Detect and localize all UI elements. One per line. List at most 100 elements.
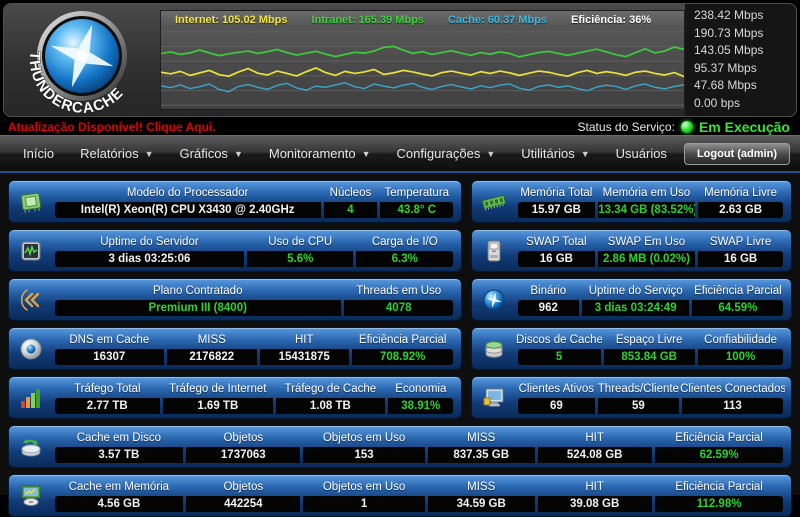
panel-header: Núcleos: [329, 187, 372, 199]
panel-header: HIT: [294, 334, 314, 346]
panel-processor: Modelo do Processador Intel(R) Xeon(R) CP…: [8, 180, 462, 223]
panel-header: Modelo do Processador: [126, 187, 249, 199]
swap-disk-icon: [472, 230, 516, 271]
panel-header: Memória em Uso: [602, 187, 691, 199]
chevron-down-icon: ▼: [233, 148, 243, 159]
cpu-icon: [9, 181, 53, 222]
dns-sphere-icon: [9, 328, 53, 369]
panel-value: 2.86 MB (0.02%): [598, 251, 695, 267]
service-status: Status do Serviço: Em Execução: [578, 119, 790, 135]
panel-header: Clientes Ativos: [518, 383, 595, 395]
panel-header: Cache em Disco: [76, 432, 162, 444]
nav-item-usuarios[interactable]: Usuários: [603, 146, 680, 161]
main-nav: Início Relatórios ▼ Gráficos ▼ Monitoramen…: [0, 135, 800, 171]
panel-memory: Memória Total 15.97 GB Memória em Uso 13.3…: [471, 180, 792, 223]
panel-value: 16 GB: [517, 251, 596, 267]
panel-disk-cache: Cache em Disco 3.57 TB Objetos 1737063 Obj…: [8, 425, 792, 468]
panel-traffic: Tráfego Total 2.77 TB Tráfego de Internet…: [8, 376, 462, 419]
nav-item-utilitarios[interactable]: Utilitários ▼: [508, 146, 602, 161]
y-tick: 238.42 Mbps: [694, 8, 764, 22]
panel-header: Memória Livre: [704, 187, 778, 199]
panel-value: 3.57 TB: [54, 447, 184, 463]
panel-value: 1: [303, 496, 425, 512]
nav-item-relatorios[interactable]: Relatórios ▼: [67, 146, 166, 161]
nav-item-configuracoes[interactable]: Configurações ▼: [384, 146, 509, 161]
panel-header: Objetos em Uso: [322, 481, 406, 493]
panel-value: 15431875: [259, 349, 349, 365]
disk-stack-icon: [472, 328, 516, 369]
panel-value: 59: [598, 398, 679, 414]
panel-header: MISS: [467, 432, 496, 444]
panel-header: Binário: [530, 285, 567, 297]
panel-header: Threads/Cliente: [597, 383, 679, 395]
panel-value: 69: [517, 398, 596, 414]
panel-header: SWAP Em Uso: [607, 236, 686, 248]
panel-header: MISS: [197, 334, 226, 346]
panel-header: Cache em Memória: [68, 481, 170, 493]
intranet-line: [161, 45, 684, 58]
panel-value: 38.91%: [388, 398, 454, 414]
panel-header: MISS: [467, 481, 496, 493]
traffic-chart-svg: [161, 31, 684, 106]
globe-icon: [472, 279, 516, 320]
panel-dns-cache: DNS em Cache 16307 MISS 2176822 HIT 1543187…: [8, 327, 462, 370]
panel-value: 1737063: [186, 447, 301, 463]
panel-binary: Binário 962 Uptime do Serviço 3 dias 03:24…: [471, 278, 792, 321]
panel-header: Objetos: [223, 432, 264, 444]
nav-item-inicio[interactable]: Início: [10, 146, 67, 161]
panel-value: 2.63 GB: [697, 202, 784, 218]
panel-header: Tráfego de Cache: [284, 383, 377, 395]
update-alert-link[interactable]: Atualização Disponível! Clique Aqui.: [8, 120, 216, 134]
dashboard-content: Modelo do Processador Intel(R) Xeon(R) CP…: [0, 173, 800, 517]
thundercache-logo: THUNDERCACHE: [4, 4, 160, 116]
panel-header: Eficiência Parcial: [675, 481, 763, 493]
panel-value: 3 dias 03:24:49: [582, 300, 690, 316]
panel-value: 43.8° C: [380, 202, 454, 218]
y-tick: 47.68 Mbps: [694, 78, 757, 93]
panel-header: Temperatura: [384, 187, 450, 199]
panel-value: 6.3%: [355, 251, 454, 267]
internet-line: [161, 67, 684, 78]
panel-value: 4078: [343, 300, 454, 316]
panel-value: 708.92%: [351, 349, 454, 365]
panel-value: 64.59%: [692, 300, 784, 316]
panel-value: 4.56 GB: [54, 496, 184, 512]
panel-value: 442254: [186, 496, 301, 512]
nav-item-graficos[interactable]: Gráficos ▼: [167, 146, 256, 161]
status-dot-icon: [680, 120, 693, 133]
disk-cache-icon: [9, 426, 53, 467]
panel-header: Confiabilidade: [704, 334, 778, 346]
panel-value: 100%: [697, 349, 784, 365]
panel-value: 4: [323, 202, 378, 218]
panel-header: Plano Contratado: [152, 285, 243, 297]
panel-value: 1.08 TB: [275, 398, 386, 414]
panel-value: 2.77 TB: [54, 398, 161, 414]
legend-cache: Cache: 60.37 Mbps: [447, 13, 548, 26]
panel-header: Tráfego de Internet: [169, 383, 267, 395]
monitor-icon: [472, 377, 516, 418]
panel-header: Clientes Conectados: [680, 383, 785, 395]
panel-value: 112.98%: [654, 496, 784, 512]
chart-plot-area: [161, 28, 684, 109]
panel-header: Threads em Uso: [356, 285, 442, 297]
panel-value: Intel(R) Xeon(R) CPU X3430 @ 2.40GHz: [54, 202, 321, 218]
panel-swap: SWAP Total 16 GB SWAP Em Uso 2.86 MB (0.02…: [471, 229, 792, 272]
chart-legend: Internet: 105.02 Mbps Intranet: 165.39 M…: [161, 11, 684, 28]
panel-value: 153: [303, 447, 425, 463]
panel-header: Objetos em Uso: [322, 432, 406, 444]
legend-intranet: Intranet: 165.39 Mbps: [311, 13, 424, 26]
panel-value: Premium III (8400): [54, 300, 341, 316]
panel-header: Eficiência Parcial: [358, 334, 447, 346]
panel-plan: Plano Contratado Premium III (8400) Threa…: [8, 278, 462, 321]
panel-value: 113: [681, 398, 784, 414]
panel-value: 62.59%: [654, 447, 784, 463]
logout-button[interactable]: Logout (admin): [683, 142, 790, 165]
nav-item-monitoramento[interactable]: Monitoramento ▼: [256, 146, 384, 161]
panel-header: Economia: [395, 383, 447, 395]
panel-value: 5: [517, 349, 601, 365]
alert-bar: Atualização Disponível! Clique Aqui. Sta…: [0, 117, 800, 135]
chevron-down-icon: ▼: [580, 148, 590, 159]
activity-icon: [9, 230, 53, 271]
panel-value: 837.35 GB: [427, 447, 535, 463]
y-tick: 190.73 Mbps: [694, 25, 764, 40]
